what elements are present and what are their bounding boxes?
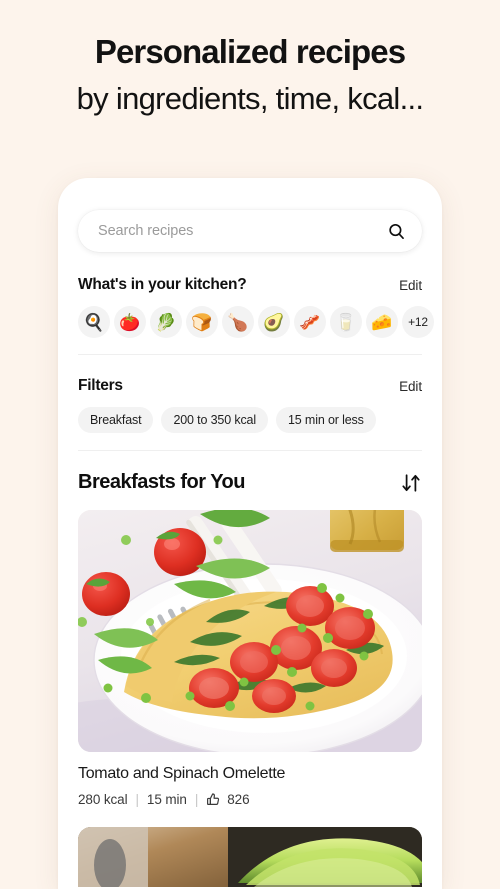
filters-title: Filters bbox=[78, 377, 123, 394]
meta-separator-2: | bbox=[194, 792, 199, 807]
recipe-time: 15 min bbox=[146, 792, 187, 807]
ingredient-milk[interactable]: 🥛 bbox=[330, 306, 362, 338]
recipe-likes-count: 826 bbox=[227, 792, 250, 807]
feed-header: Breakfasts for You bbox=[78, 471, 422, 494]
filters-edit-button[interactable]: Edit bbox=[399, 379, 422, 394]
leafy-greens-icon: 🥬 bbox=[155, 312, 177, 332]
promo-banner: Personalized recipes by ingredients, tim… bbox=[0, 0, 500, 117]
filter-chip-calories[interactable]: 200 to 350 kcal bbox=[161, 407, 268, 433]
ingredient-leafy-greens[interactable]: 🥬 bbox=[150, 306, 182, 338]
recipe-meta: 280 kcal | 15 min | 826 bbox=[78, 792, 422, 807]
recipe-card[interactable]: Tomato and Spinach Omelette 280 kcal | 1… bbox=[78, 510, 422, 807]
recipe-likes: 826 bbox=[206, 792, 250, 807]
ingredient-chicken-leg[interactable]: 🍗 bbox=[222, 306, 254, 338]
avocado-icon: 🥑 bbox=[263, 312, 285, 332]
ingredient-avocado[interactable]: 🥑 bbox=[258, 306, 290, 338]
search-input[interactable] bbox=[98, 223, 387, 239]
phone-mockup: What's in your kitchen? Edit 🍳 🍅 🥬 🍞 🍗 🥑… bbox=[58, 178, 442, 889]
recipe-card-partial[interactable] bbox=[78, 827, 422, 887]
promo-subheadline: by ingredients, time, kcal... bbox=[76, 80, 424, 116]
kitchen-edit-button[interactable]: Edit bbox=[399, 278, 422, 293]
cheese-icon: 🧀 bbox=[371, 312, 393, 332]
ingredient-tomato[interactable]: 🍅 bbox=[114, 306, 146, 338]
chicken-leg-icon: 🍗 bbox=[227, 312, 249, 332]
filter-chip-meal[interactable]: Breakfast bbox=[78, 407, 154, 433]
ingredient-egg[interactable]: 🍳 bbox=[78, 306, 110, 338]
recipe-image-avocado[interactable] bbox=[78, 827, 422, 887]
kitchen-divider bbox=[78, 354, 422, 355]
filters-section-header: Filters Edit bbox=[78, 377, 422, 395]
ingredient-more-label: +12 bbox=[408, 315, 428, 329]
filters-divider bbox=[78, 450, 422, 451]
search-icon[interactable] bbox=[387, 222, 406, 241]
recipe-image-omelette[interactable] bbox=[78, 510, 422, 752]
kitchen-title: What's in your kitchen? bbox=[78, 276, 247, 293]
filter-chip-list: Breakfast 200 to 350 kcal 15 min or less bbox=[78, 407, 422, 433]
recipe-title: Tomato and Spinach Omelette bbox=[78, 765, 286, 782]
thumbs-up-icon bbox=[206, 792, 227, 807]
tomato-icon: 🍅 bbox=[119, 312, 141, 332]
sort-arrows-icon[interactable] bbox=[400, 472, 422, 494]
page-title: Breakfasts for You bbox=[78, 471, 246, 493]
bacon-icon: 🥓 bbox=[299, 312, 321, 332]
kitchen-section-header: What's in your kitchen? Edit bbox=[78, 276, 422, 294]
bread-icon: 🍞 bbox=[191, 312, 213, 332]
meta-separator-1: | bbox=[135, 792, 139, 807]
ingredient-cheese[interactable]: 🧀 bbox=[366, 306, 398, 338]
ingredient-bacon[interactable]: 🥓 bbox=[294, 306, 326, 338]
egg-icon: 🍳 bbox=[83, 312, 105, 332]
promo-headline: Personalized recipes bbox=[94, 33, 406, 70]
ingredient-list: 🍳 🍅 🥬 🍞 🍗 🥑 🥓 🥛 🧀 +12 bbox=[78, 306, 434, 338]
ingredient-more-button[interactable]: +12 bbox=[402, 306, 434, 338]
filter-chip-time[interactable]: 15 min or less bbox=[276, 407, 376, 433]
recipe-kcal: 280 kcal bbox=[78, 792, 128, 807]
ingredient-bread[interactable]: 🍞 bbox=[186, 306, 218, 338]
milk-icon: 🥛 bbox=[335, 312, 357, 332]
search-bar[interactable] bbox=[78, 210, 422, 252]
